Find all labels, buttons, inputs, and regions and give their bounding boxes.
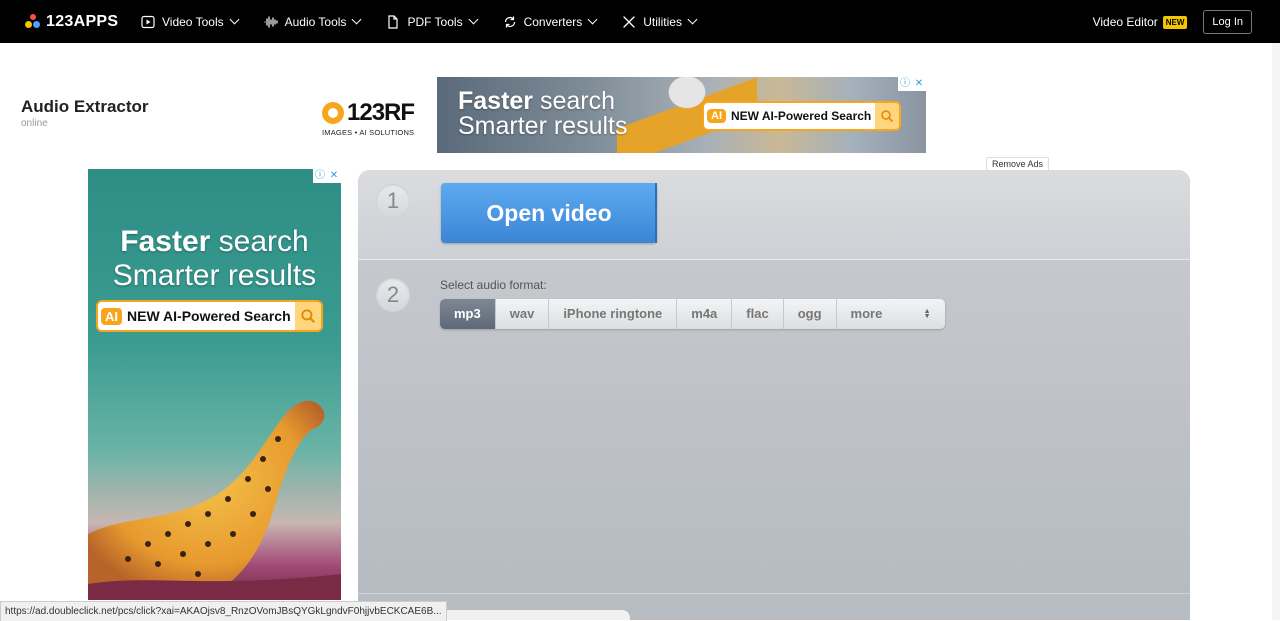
ad-headline-line2: Smarter results	[112, 259, 317, 292]
brand-tagline: IMAGES • AI SOLUTIONS	[322, 128, 415, 137]
app-logo[interactable]: 123APPS	[25, 12, 118, 32]
tool-panel: 1 Open video 2 Select audio format: mp3 …	[358, 170, 1190, 620]
chevron-down-icon	[687, 14, 698, 25]
chevron-down-icon	[229, 14, 240, 25]
document-icon	[388, 14, 399, 29]
format-option-ogg[interactable]: ogg	[783, 299, 837, 329]
ad-info-icon[interactable]: ⓘ	[313, 169, 327, 183]
nav-pdf-tools[interactable]: PDF Tools	[386, 0, 479, 43]
ad-brand-logo[interactable]: 123RF IMAGES • AI SOLUTIONS	[322, 99, 430, 137]
tools-icon	[623, 15, 635, 28]
ad-banner-top[interactable]: Faster search Smarter results AI NEW AI-…	[437, 77, 926, 153]
ad-cheetah-image	[88, 400, 341, 600]
step-number: 1	[376, 184, 410, 218]
ad-headline: Faster search Smarter results	[458, 89, 627, 139]
ad-search-pill: AI NEW AI-Powered Search	[702, 101, 902, 131]
chevron-down-icon	[468, 14, 479, 25]
top-navbar: 123APPS Video Tools Audio Tools PDF Tool…	[0, 0, 1280, 43]
ad-headline-rest: search	[210, 225, 309, 258]
new-badge: NEW	[1162, 15, 1188, 29]
format-option-mp3[interactable]: mp3	[440, 299, 496, 329]
search-icon	[294, 302, 321, 330]
ad-choices[interactable]: ⓘ ✕	[898, 77, 926, 91]
ad-side-headline: Faster search Smarter results	[88, 225, 341, 293]
ad-choices[interactable]: ⓘ ✕	[313, 169, 341, 183]
format-more-label: more	[850, 306, 883, 321]
remove-ads-link[interactable]: Remove Ads	[986, 157, 1050, 171]
sort-arrows-icon: ▲ ▼	[923, 308, 931, 320]
ad-pill-text: NEW AI-Powered Search	[127, 308, 291, 324]
nav-converters[interactable]: Converters	[503, 0, 598, 43]
format-option-iphone-ringtone[interactable]: iPhone ringtone	[549, 299, 678, 329]
logo-text: 123APPS	[46, 13, 119, 30]
ad-headline-bold: Faster	[120, 225, 211, 258]
page-subtitle: online	[21, 118, 48, 129]
ad-search-pill: AI NEW AI-Powered Search	[96, 300, 323, 332]
format-option-flac[interactable]: flac	[732, 299, 784, 329]
nav-audio-tools[interactable]: Audio Tools	[264, 0, 362, 43]
right-nav: Video Editor NEW Log In	[1093, 10, 1252, 34]
video-editor-link[interactable]: Video Editor	[1093, 15, 1158, 29]
brand-name: 123RF	[347, 99, 415, 126]
page-scrollbar[interactable]	[1272, 43, 1280, 620]
nav-video-tools[interactable]: Video Tools	[141, 0, 240, 43]
main-nav: Video Tools Audio Tools PDF Tools Conver…	[141, 0, 722, 43]
search-icon	[875, 103, 900, 129]
step-select-format: 2 Select audio format: mp3 wav iPhone ri…	[358, 260, 1190, 594]
ad-banner-side[interactable]: ⓘ ✕ Faster search Smarter results AI NEW…	[88, 169, 341, 600]
play-icon	[141, 15, 155, 28]
convert-icon	[504, 16, 515, 27]
nav-audio-tools-label: Audio Tools	[284, 14, 347, 29]
ai-badge: AI	[707, 109, 726, 123]
page-title: Audio Extractor	[21, 97, 149, 116]
nav-utilities[interactable]: Utilities	[622, 0, 698, 43]
step-number: 2	[376, 278, 410, 312]
chevron-down-icon	[351, 14, 362, 25]
waveform-icon	[264, 15, 278, 28]
chevron-down-icon	[587, 14, 598, 25]
open-video-button[interactable]: Open video	[441, 183, 657, 243]
format-label: Select audio format:	[440, 278, 547, 292]
nav-utilities-label: Utilities	[643, 14, 682, 29]
link-status-bar: https://ad.doubleclick.net/pcs/click?xai…	[0, 601, 447, 621]
nav-converters-label: Converters	[523, 14, 583, 29]
logo-dots-icon	[25, 14, 41, 30]
step-open-file: 1 Open video	[358, 170, 1190, 260]
ad-close-icon[interactable]: ✕	[912, 77, 926, 91]
format-more-dropdown[interactable]: more ▲ ▼	[836, 299, 945, 329]
ad-headline-bold: Faster	[458, 87, 534, 115]
ad-headline-rest: search	[533, 87, 616, 115]
ad-close-icon[interactable]: ✕	[327, 169, 341, 183]
format-selector: mp3 wav iPhone ringtone m4a flac ogg mor…	[440, 299, 945, 329]
next-step-button[interactable]	[438, 610, 630, 620]
ad-info-icon[interactable]: ⓘ	[898, 77, 912, 91]
brand-camera-icon	[322, 102, 344, 124]
login-button[interactable]: Log In	[1203, 10, 1252, 34]
ad-pill-text: NEW AI-Powered Search	[731, 109, 872, 123]
nav-pdf-tools-label: PDF Tools	[407, 14, 463, 29]
ai-badge: AI	[101, 307, 122, 325]
ad-headline-line2: Smarter results	[458, 112, 628, 140]
nav-video-tools-label: Video Tools	[162, 14, 224, 29]
format-option-m4a[interactable]: m4a	[677, 299, 733, 329]
format-option-wav[interactable]: wav	[495, 299, 550, 329]
